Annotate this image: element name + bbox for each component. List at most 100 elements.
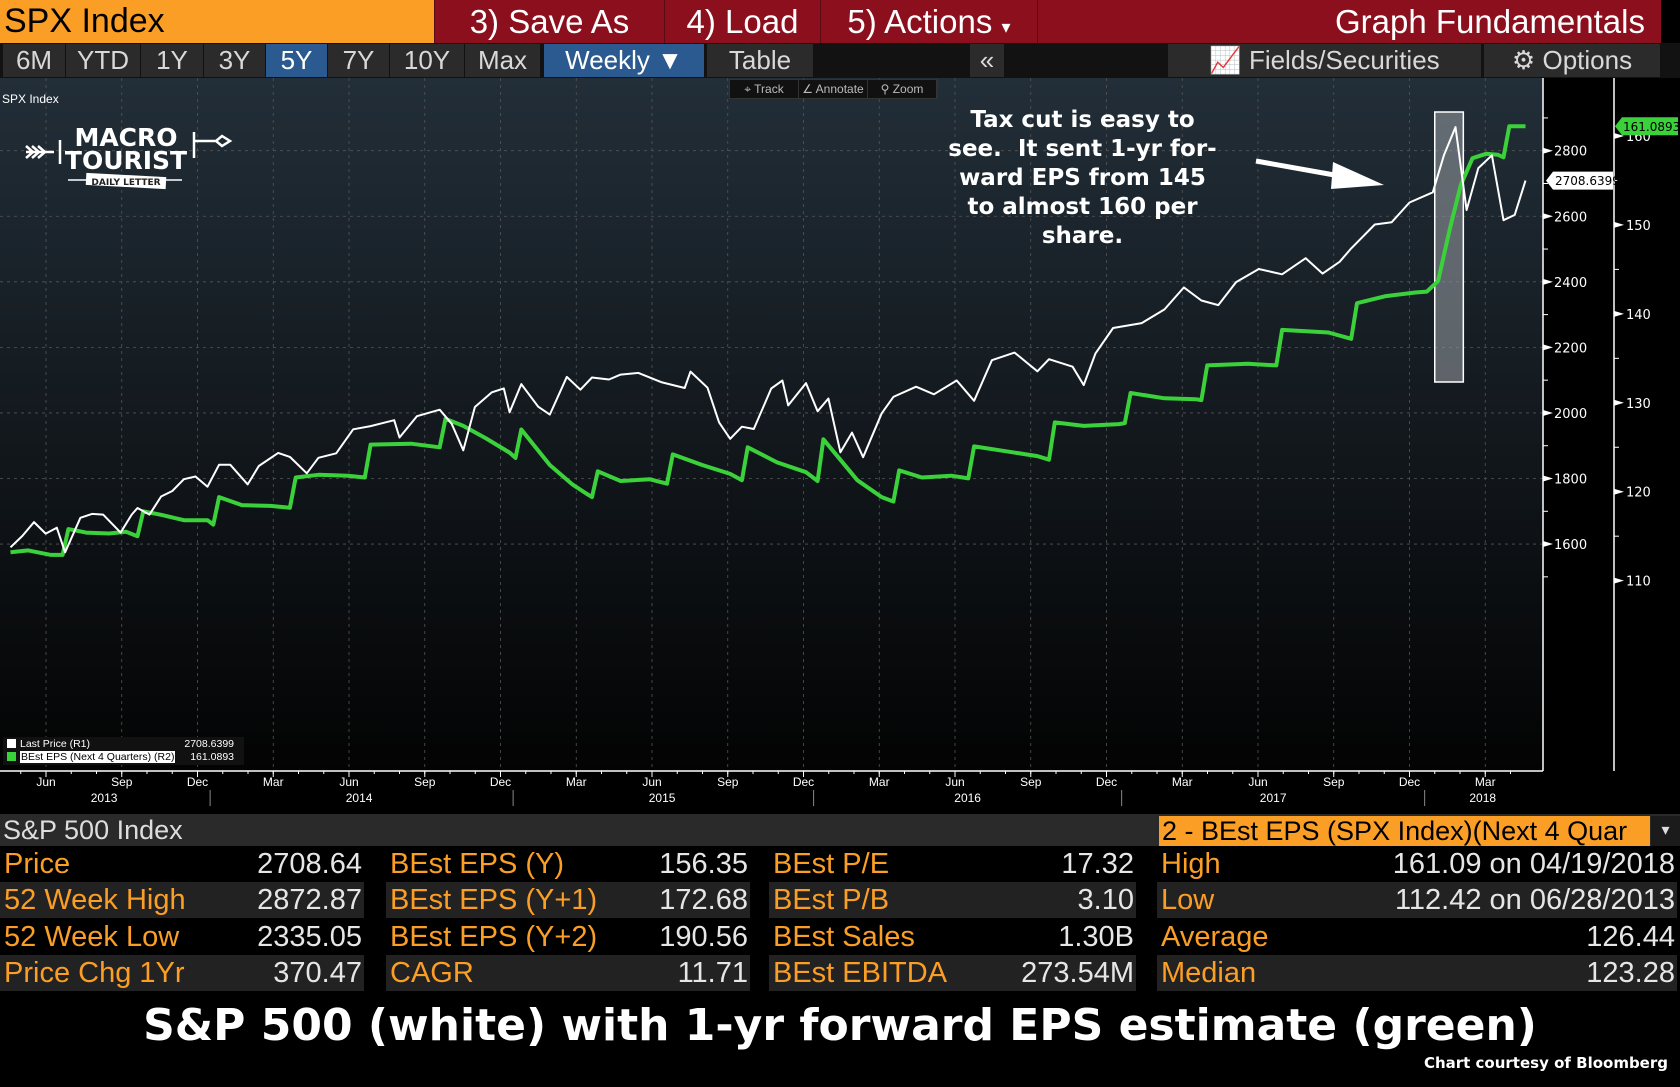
- table-row: BEst P/B 3.10: [769, 882, 1136, 919]
- right-tick: [1614, 310, 1624, 317]
- row-value: 126.44: [1586, 920, 1675, 953]
- x-month-label: Jun: [945, 775, 964, 789]
- x-year-label: 2015: [649, 791, 676, 805]
- table-row: 52 Week High 2872.87: [0, 882, 364, 919]
- left-tick: [1543, 278, 1553, 285]
- annotate-tool[interactable]: ∠ Annotate: [799, 80, 868, 98]
- chart-tools: ⌖ Track ∠ Annotate ⚲ Zoom: [729, 79, 938, 99]
- row-value: 17.32: [1061, 848, 1134, 880]
- left-tick-label: 1800: [1554, 473, 1587, 488]
- x-month-label: Jun: [36, 775, 55, 789]
- row-label: CAGR: [390, 956, 474, 989]
- right-tick: [1614, 221, 1624, 228]
- left-tick-label: 2000: [1554, 407, 1587, 422]
- annotation-line: Tax cut is easy to: [970, 107, 1195, 133]
- plot-area: [0, 78, 1543, 771]
- right-tick: [1614, 399, 1624, 406]
- annotation-line: ward EPS from 145: [959, 165, 1206, 191]
- row-value: 156.35: [659, 848, 748, 880]
- left-tick: [1543, 475, 1553, 482]
- x-month-label: Dec: [1399, 775, 1420, 789]
- x-month-label: Mar: [566, 775, 587, 789]
- row-label: Price: [4, 848, 71, 880]
- logo-text-daily: DAILY LETTER: [91, 178, 160, 188]
- last-eps-tag-label: 161.0893: [1623, 120, 1680, 134]
- row-value: 172.68: [659, 884, 748, 917]
- x-month-label: Jun: [339, 775, 358, 789]
- x-month-label: Mar: [263, 775, 284, 789]
- right-tick-label: 120: [1626, 486, 1651, 501]
- left-tick-label: 2400: [1554, 276, 1587, 291]
- table-row: Median 123.28: [1157, 954, 1677, 991]
- row-label: BEst EPS (Y+1): [390, 884, 598, 917]
- row-value: 190.56: [659, 920, 748, 953]
- zoom-tool[interactable]: ⚲ Zoom: [868, 80, 937, 98]
- legend-item-last-price[interactable]: Last Price (R1) 2708.6399: [7, 738, 240, 751]
- row-label: Average: [1161, 920, 1269, 953]
- table-row: Average 126.44: [1157, 918, 1677, 955]
- legend-item-eps[interactable]: BEst EPS (Next 4 Quarters) (R2) 161.0893: [7, 751, 240, 764]
- row-value: 3.10: [1077, 884, 1134, 917]
- row-value: 370.47: [273, 956, 362, 989]
- x-year-label: 2017: [1260, 791, 1287, 805]
- table-row: BEst EBITDA 273.54M: [769, 954, 1136, 991]
- table-row: Price Chg 1Yr 370.47: [0, 954, 364, 991]
- table-row: CAGR 11.71: [386, 954, 750, 991]
- row-value: 161.09 on 04/19/2018: [1392, 848, 1675, 880]
- table-row: BEst EPS (Y) 156.35: [386, 846, 750, 882]
- row-label: Price Chg 1Yr: [4, 956, 185, 989]
- left-tick: [1543, 147, 1553, 154]
- annotation-line: to almost 160 per: [967, 194, 1198, 220]
- chart-security-label: SPX Index: [2, 92, 59, 106]
- x-month-label: Dec: [187, 775, 208, 789]
- row-label: BEst P/E: [773, 848, 890, 880]
- logo-text-tourist: TOURIST: [65, 146, 187, 175]
- right-tick-label: 130: [1626, 397, 1651, 412]
- chart-legend: Last Price (R1) 2708.6399 BEst EPS (Next …: [3, 737, 244, 765]
- legend-label: BEst EPS (Next 4 Quarters) (R2): [20, 751, 176, 763]
- left-tick-label: 2200: [1554, 341, 1587, 356]
- track-tool[interactable]: ⌖ Track: [730, 80, 799, 98]
- x-month-label: Sep: [1323, 775, 1345, 789]
- table-row: 52 Week Low 2335.05: [0, 918, 364, 955]
- x-month-label: Mar: [869, 775, 890, 789]
- row-label: BEst EPS (Y): [390, 848, 565, 880]
- x-month-label: Jun: [1248, 775, 1267, 789]
- series-selector[interactable]: 2 - BEst EPS (SPX Index)(Next 4 Quar: [1159, 816, 1650, 846]
- annotation-line: share.: [1041, 223, 1124, 249]
- x-year-label: 2013: [91, 791, 118, 805]
- left-tick: [1543, 213, 1553, 220]
- dropdown-arrow-icon[interactable]: ▾: [1651, 816, 1680, 846]
- table-title: S&P 500 Index: [3, 815, 183, 845]
- row-value: 273.54M: [1021, 956, 1134, 989]
- row-label: Median: [1161, 956, 1257, 989]
- row-value: 112.42 on 06/28/2013: [1394, 884, 1675, 917]
- left-tick: [1543, 409, 1553, 416]
- legend-swatch: [7, 739, 16, 748]
- x-year-label: 2014: [346, 791, 373, 805]
- row-value: 123.28: [1586, 956, 1675, 989]
- legend-value: 2708.6399: [184, 738, 234, 750]
- table-row: High 161.09 on 04/19/2018: [1157, 846, 1677, 882]
- x-month-label: Jun: [642, 775, 661, 789]
- table-row: BEst P/E 17.32: [769, 846, 1136, 882]
- right-tick-label: 140: [1626, 308, 1651, 323]
- x-year-label: 2018: [1469, 791, 1496, 805]
- row-label: 52 Week Low: [4, 920, 180, 953]
- row-label: BEst EPS (Y+2): [390, 920, 598, 953]
- row-label: BEst EBITDA: [773, 956, 948, 989]
- annotation-line: see. It sent 1-yr for-: [948, 136, 1217, 162]
- right-tick-label: 110: [1626, 575, 1651, 590]
- x-month-label: Sep: [1020, 775, 1042, 789]
- x-month-label: Dec: [1096, 775, 1117, 789]
- x-month-label: Mar: [1172, 775, 1193, 789]
- row-value: 1.30B: [1058, 920, 1134, 953]
- right-tick: [1614, 488, 1624, 495]
- row-label: BEst Sales: [773, 920, 915, 953]
- caption: S&P 500 (white) with 1-yr forward EPS es…: [143, 1000, 1537, 1051]
- legend-label: Last Price (R1): [20, 738, 91, 750]
- table-row: Low 112.42 on 06/28/2013: [1157, 882, 1677, 919]
- annotation-text: Tax cut is easy to see. It sent 1-yr for…: [900, 106, 1265, 251]
- row-value: 2708.64: [257, 848, 362, 880]
- x-month-label: Sep: [111, 775, 133, 789]
